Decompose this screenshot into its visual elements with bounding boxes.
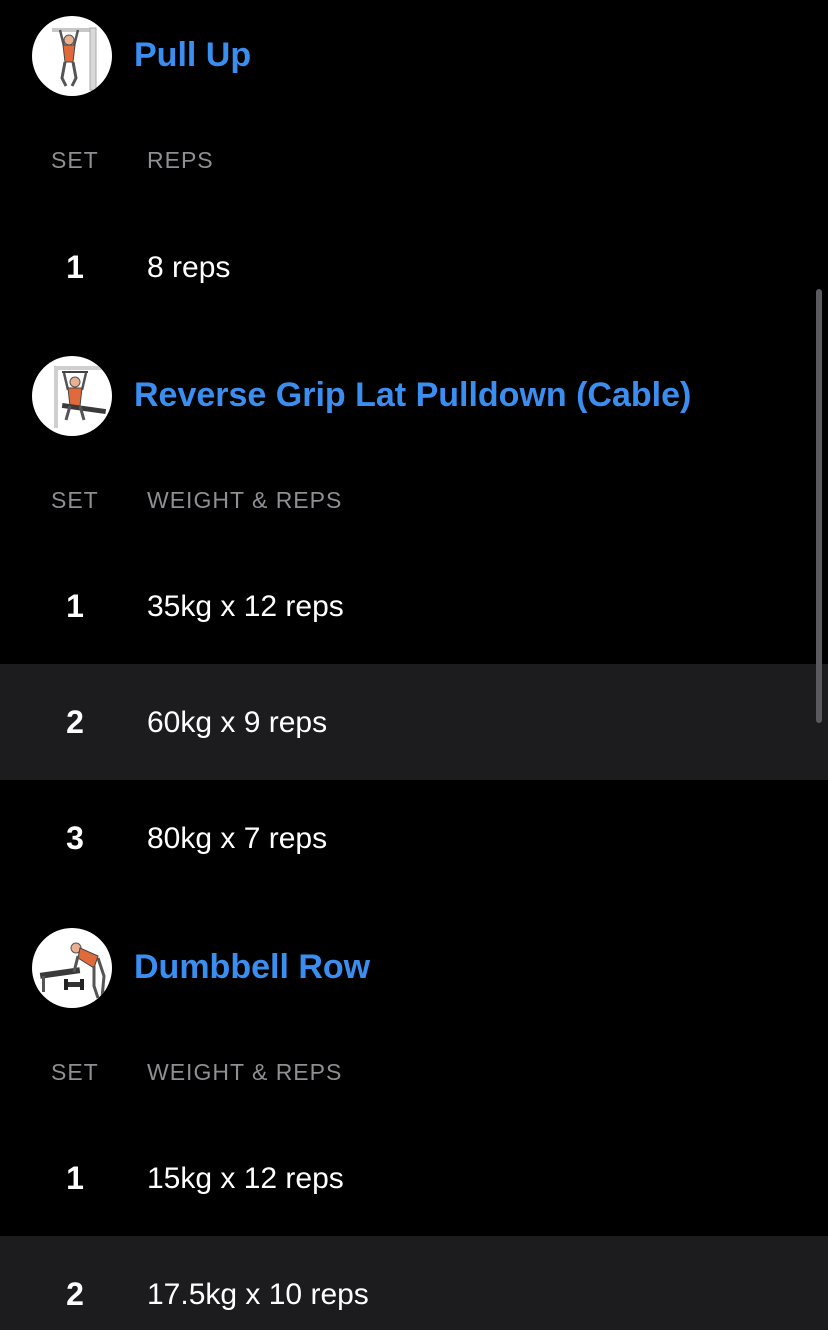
set-column-header: SET [51, 487, 99, 513]
exercise-title[interactable]: Dumbbell Row [134, 947, 370, 987]
set-value: 17.5kg x 10 reps [147, 1278, 369, 1311]
exercise-header[interactable]: Reverse Grip Lat Pulldown (Cable) [0, 356, 828, 436]
column-header-row: SET REPS [0, 146, 828, 174]
set-number: 3 [66, 820, 84, 856]
column-header-row: SET WEIGHT & REPS [0, 1058, 828, 1086]
set-value: 15kg x 12 reps [147, 1162, 344, 1195]
set-row[interactable]: 2 60kg x 9 reps [0, 664, 828, 780]
set-row[interactable]: 3 80kg x 7 reps [0, 780, 828, 896]
set-value: 35kg x 12 reps [147, 590, 344, 623]
set-number: 2 [66, 1276, 84, 1312]
pull-up-thumbnail-icon[interactable] [32, 16, 112, 96]
column-header-row: SET WEIGHT & REPS [0, 486, 828, 514]
set-row[interactable]: 1 35kg x 12 reps [0, 548, 828, 664]
set-column-header: SET [51, 1059, 99, 1085]
value-column-header: WEIGHT & REPS [147, 487, 343, 513]
exercise-title[interactable]: Reverse Grip Lat Pulldown (Cable) [134, 375, 691, 415]
set-row[interactable]: 2 17.5kg x 10 reps [0, 1236, 828, 1330]
set-column-header: SET [51, 147, 99, 173]
exercise-header[interactable]: Pull Up [0, 16, 828, 96]
set-number: 1 [66, 1160, 84, 1196]
set-value: 60kg x 9 reps [147, 706, 328, 739]
set-value: 80kg x 7 reps [147, 822, 328, 855]
set-number: 2 [66, 704, 84, 740]
exercise-header[interactable]: Dumbbell Row [0, 928, 828, 1008]
set-number: 1 [66, 588, 84, 624]
set-number: 1 [66, 249, 84, 285]
set-value: 8 reps [147, 251, 231, 284]
value-column-header: WEIGHT & REPS [147, 1059, 343, 1085]
set-row[interactable]: 1 8 reps [0, 209, 828, 325]
lat-pulldown-thumbnail-icon[interactable] [32, 356, 112, 436]
value-column-header: REPS [147, 147, 214, 173]
exercise-title[interactable]: Pull Up [134, 35, 251, 75]
dumbbell-row-thumbnail-icon[interactable] [32, 928, 112, 1008]
scrollbar[interactable] [816, 289, 822, 723]
set-row[interactable]: 1 15kg x 12 reps [0, 1120, 828, 1236]
